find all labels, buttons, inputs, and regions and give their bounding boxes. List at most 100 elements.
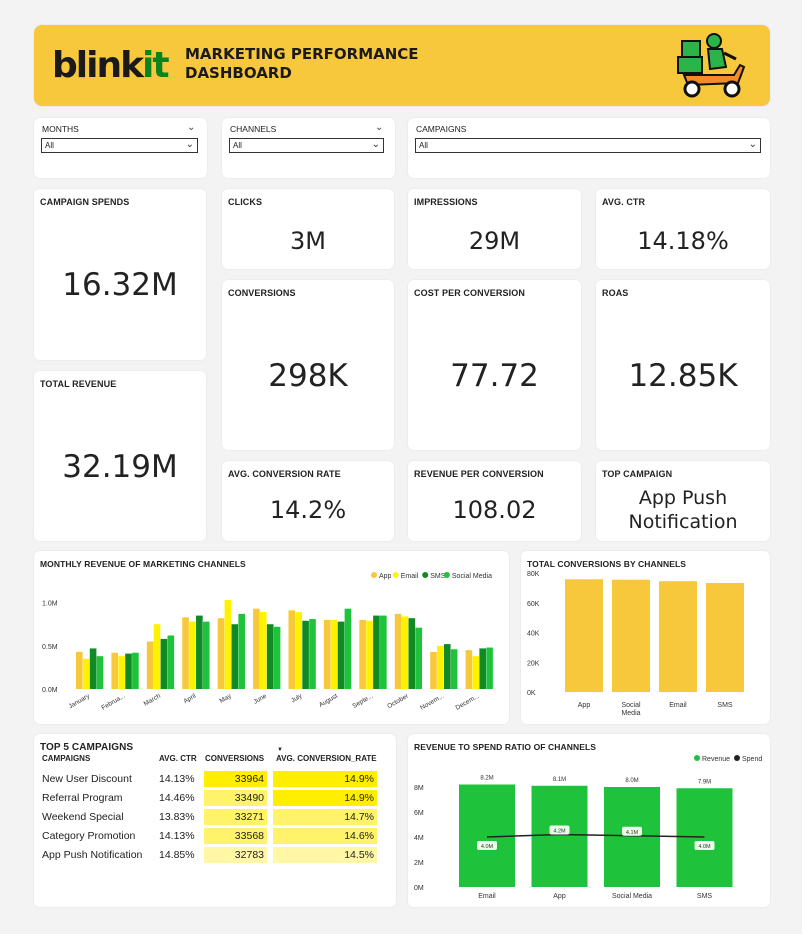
data-label: 8.1M [553, 777, 566, 783]
kpi-label: TOTAL REVENUE [40, 379, 117, 389]
bar [82, 658, 90, 689]
legend-label: Revenue [702, 756, 730, 763]
conversions-cell: 33271 [204, 809, 267, 825]
bar [415, 627, 423, 689]
bar [479, 648, 486, 689]
x-tick-label: Social [621, 702, 641, 709]
y-tick-label: 20K [527, 660, 540, 667]
collapse-chevron-icon[interactable]: ⌄ [187, 122, 195, 133]
bar [224, 600, 232, 689]
kpi-label: COST PER CONVERSION [414, 288, 525, 298]
avg-ctr-card: AVG. CTR 14.18% [596, 189, 770, 269]
y-tick-label: 4M [414, 835, 424, 842]
table-row[interactable]: New User Discount 14.13% 33964 14.9% [34, 769, 396, 788]
bar [288, 610, 296, 689]
kpi-label: CLICKS [228, 197, 263, 207]
rate-cell: 14.6% [273, 828, 377, 844]
months-dropdown[interactable]: All ⌄ [41, 138, 198, 153]
chevron-down-icon: ⌄ [185, 139, 194, 150]
bar [309, 619, 316, 689]
x-tick-label: May [219, 692, 234, 705]
bar [118, 656, 125, 689]
y-tick-label: 0M [414, 885, 424, 892]
table-row[interactable]: Referral Program 14.46% 33490 14.9% [34, 788, 396, 807]
table-row[interactable]: App Push Notification 14.85% 32783 14.5% [34, 845, 396, 864]
data-label: 8.0M [625, 778, 638, 784]
bar [344, 608, 352, 689]
bar [196, 615, 203, 689]
table-header-ctr: AVG. CTR [159, 754, 197, 763]
monthly-revenue-chart: 1.0M 0.5M 0.0M January Februa... March April Ma… [42, 572, 493, 712]
x-tick-label: Novem... [419, 693, 445, 712]
channels-filter: CHANNELS ⌄ All ⌄ [222, 118, 395, 178]
campaign-name-cell: Referral Program [42, 792, 123, 804]
campaigns-filter-label: CAMPAIGNS [416, 124, 467, 134]
rate-cell: 14.7% [273, 809, 377, 825]
bar [302, 620, 309, 689]
conversions-cell: 33490 [204, 790, 267, 806]
kpi-value: 108.02 [452, 496, 537, 524]
table-header-conversions[interactable]: CONVERSIONS [205, 754, 264, 763]
channels-dropdown[interactable]: All ⌄ [229, 138, 384, 153]
ctr-cell: 14.13% [159, 773, 195, 785]
x-tick-label: July [290, 692, 304, 704]
legend-label: Social Media [452, 573, 492, 580]
rate-cell: 14.9% [273, 790, 377, 806]
x-tick-label: January [67, 692, 91, 710]
table-header-campaigns: CAMPAIGNS [42, 754, 91, 763]
bar [189, 621, 196, 689]
conversions-cell: 33568 [204, 828, 267, 844]
ctr-cell: 14.13% [159, 830, 195, 842]
kpi-label: AVG. CTR [602, 197, 646, 207]
bar [259, 612, 267, 689]
ctr-cell: 14.46% [159, 792, 195, 804]
ctr-cell: 13.83% [159, 811, 195, 823]
dashboard-header: blinkit MARKETING PERFORMANCE DASHBOARD [34, 25, 770, 106]
conversions-by-channel-card: TOTAL CONVERSIONS BY CHANNELS 80K 60K 40K 2… [521, 551, 770, 724]
rate-cell: 14.5% [273, 847, 377, 863]
campaign-name-cell: Weekend Special [42, 811, 124, 823]
campaigns-dropdown[interactable]: All ⌄ [415, 138, 761, 153]
x-tick-label: Email [669, 702, 687, 709]
y-tick-label: 0.0M [42, 687, 58, 694]
sort-desc-icon[interactable]: ▼ [277, 747, 283, 753]
months-filter: MONTHS ⌄ All ⌄ [34, 118, 207, 178]
revenue-per-conversion-card: REVENUE PER CONVERSION 108.02 [408, 461, 581, 541]
spend-line [486, 833, 705, 838]
kpi-value: 3M [290, 227, 326, 255]
bar [373, 615, 380, 689]
kpi-value-line1: App Push [638, 487, 728, 509]
conversions-cell: 33964 [204, 771, 267, 787]
bar [202, 621, 210, 689]
bar [706, 582, 744, 692]
bar [443, 644, 451, 689]
bar [153, 624, 161, 689]
table-row[interactable]: Category Promotion 14.13% 33568 14.6% [34, 826, 396, 845]
chevron-down-icon: ⌄ [371, 139, 380, 150]
y-tick-label: 40K [527, 631, 540, 638]
kpi-value: 14.2% [269, 496, 347, 524]
y-tick-label: 8M [414, 785, 424, 792]
legend-marker [734, 755, 740, 761]
conversions-cell: 32783 [204, 847, 267, 863]
bar [565, 579, 603, 692]
table-row[interactable]: Weekend Special 13.83% 33271 14.7% [34, 807, 396, 826]
channels-filter-label: CHANNELS [230, 124, 277, 134]
spend-data-label: 4.1M [626, 830, 639, 836]
x-tick-label: October [386, 692, 410, 710]
y-tick-label: 2M [414, 860, 424, 867]
revenue-bar [676, 788, 733, 887]
table-header-rate[interactable]: AVG. CONVERSION_RATE [276, 754, 377, 763]
blinkit-logo: blinkit [52, 45, 170, 86]
kpi-label: ROAS [602, 288, 629, 298]
x-tick-label: Februa... [100, 693, 126, 712]
bar [359, 619, 366, 689]
bar [132, 652, 139, 689]
collapse-chevron-icon[interactable]: ⌄ [375, 122, 383, 133]
delivery-scooter-icon [677, 33, 746, 98]
kpi-value: 29M [468, 227, 521, 255]
x-tick-label: Social Media [612, 893, 652, 900]
bar [401, 616, 409, 689]
chevron-down-icon: ⌄ [748, 139, 757, 150]
bar [323, 619, 331, 689]
